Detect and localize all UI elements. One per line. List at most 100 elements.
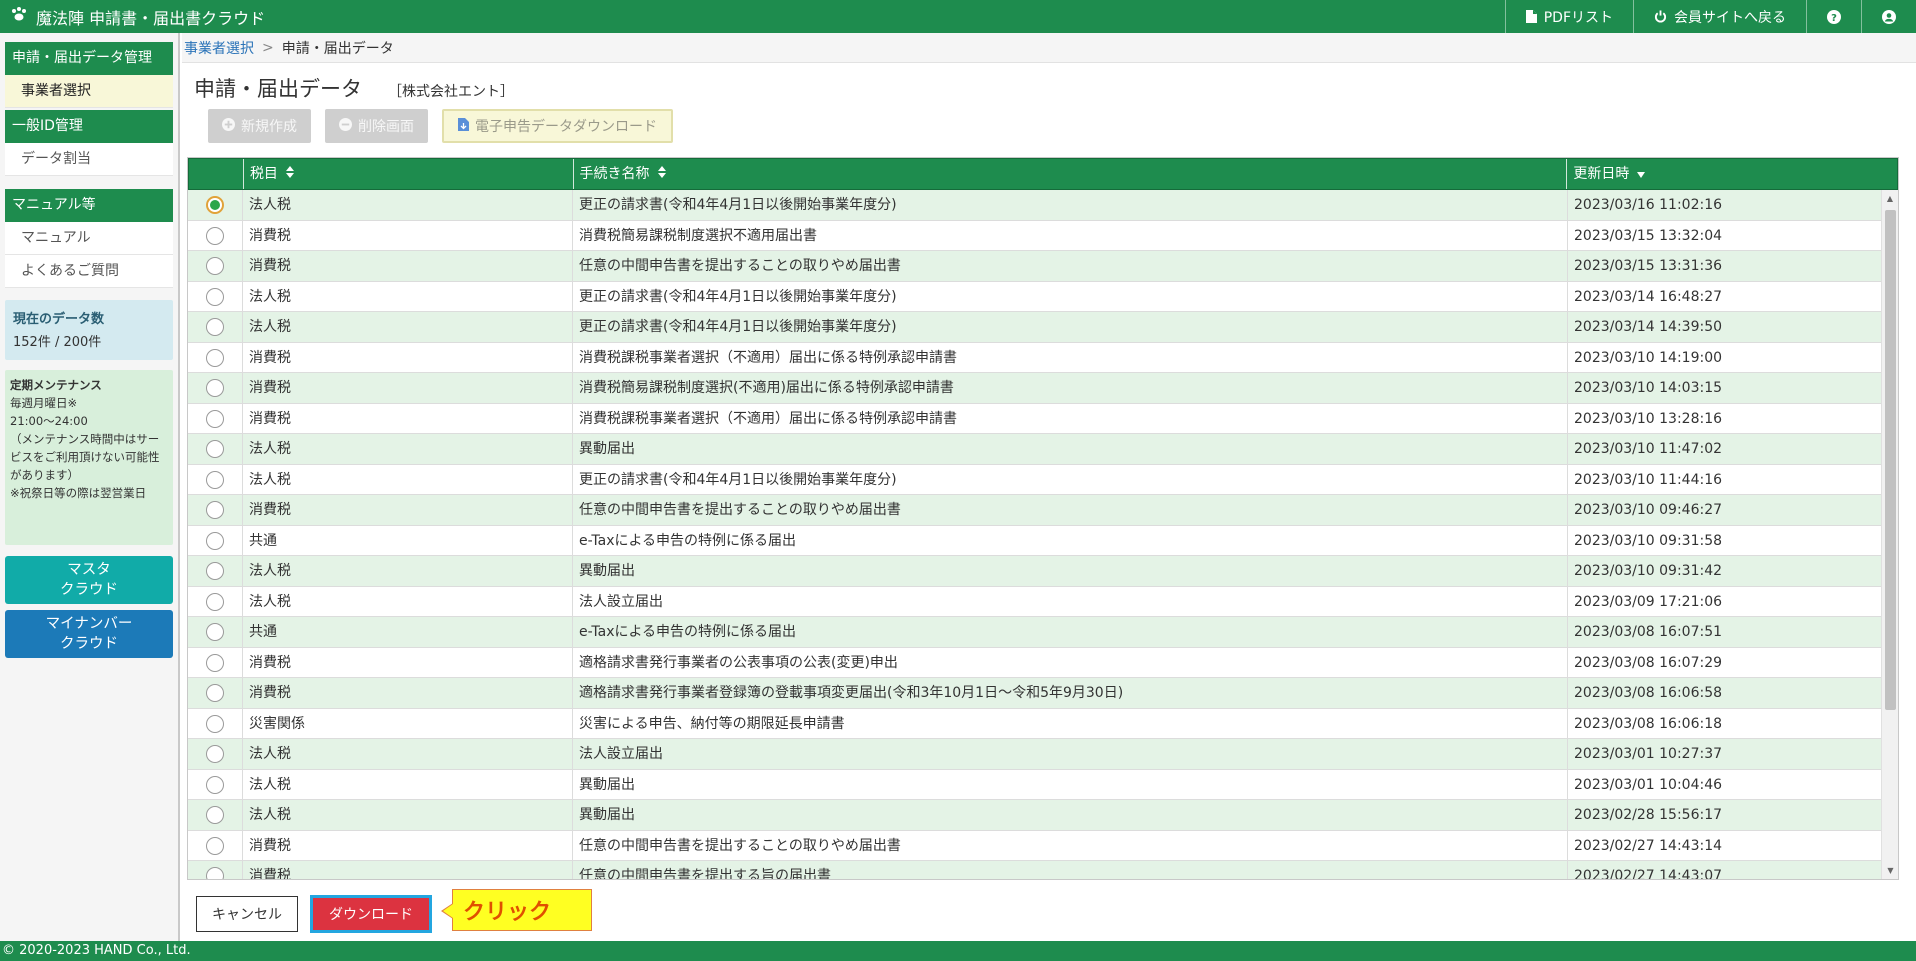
app-brand[interactable]: 魔法陣 申請書・届出書クラウド [0,5,265,29]
cell-tax: 消費税 [243,342,573,373]
table-row[interactable]: 法人税 更正の請求書(令和4年4月1日以後開始事業年度分) 2023/03/14 1… [188,281,1898,312]
cell-tax: 法人税 [243,281,573,312]
cancel-button[interactable]: キャンセル [196,896,298,932]
table-row[interactable]: 法人税 法人設立届出 2023/03/01 10:27:37 [188,739,1898,770]
table-row[interactable]: 法人税 更正の請求書(令和4年4月1日以後開始事業年度分) 2023/03/16 1… [188,190,1898,221]
row-radio[interactable] [206,226,224,245]
back-to-member-link[interactable]: 会員サイトへ戻る [1633,0,1806,33]
table-row[interactable]: 法人税 異動届出 2023/02/28 15:56:17 [188,800,1898,831]
row-radio[interactable] [206,531,224,550]
row-select-cell [188,800,243,830]
table-row[interactable]: 消費税 任意の中間申告書を提出することの取りやめ届出書 2023/02/27 14:… [188,830,1898,861]
table-row[interactable]: 消費税 任意の中間申告書を提出することの取りやめ届出書 2023/03/10 09:… [188,495,1898,526]
row-radio[interactable] [206,440,224,458]
row-radio[interactable] [206,257,224,275]
table-row[interactable]: 消費税 消費税簡易課税制度選択(不適用)届出に係る特例承認申請書 2023/03/1… [188,373,1898,404]
table-row[interactable]: 法人税 更正の請求書(令和4年4月1日以後開始事業年度分) 2023/03/10 1… [188,464,1898,495]
cell-procedure: 更正の請求書(令和4年4月1日以後開始事業年度分) [573,281,1568,312]
action-toolbar: 新規作成 削除画面 電子申告データダウンロード [208,109,673,143]
table-row[interactable]: 法人税 更正の請求書(令和4年4月1日以後開始事業年度分) 2023/03/14 1… [188,312,1898,343]
top-bar: 魔法陣 申請書・届出書クラウド PDFリスト 会員サイトへ戻る ? [0,0,1916,33]
row-radio[interactable] [206,867,224,879]
breadcrumb-business-select-link[interactable]: 事業者選択 [184,38,254,58]
scroll-down-icon[interactable]: ▼ [1882,862,1898,879]
sidebar-item-manual[interactable]: マニュアル [5,222,173,255]
row-radio[interactable] [206,745,224,763]
table-row[interactable]: 共通 e-Taxによる申告の特例に係る届出 2023/03/10 09:31:58 [188,525,1898,556]
table-row[interactable]: 法人税 異動届出 2023/03/10 09:31:42 [188,556,1898,587]
row-select-cell [188,342,243,373]
scrollbar-thumb[interactable] [1885,210,1896,710]
mynumber-cloud-button[interactable]: マイナンバー クラウド [5,610,173,658]
row-radio[interactable] [206,806,224,824]
row-radio[interactable] [206,287,224,306]
row-radio[interactable] [206,318,224,336]
row-radio[interactable] [206,562,224,580]
cell-updated: 2023/03/10 14:19:00 [1568,342,1898,373]
mynumber-cloud-label: マイナンバー クラウド [45,616,133,652]
row-select-cell [188,861,243,879]
maintenance-line: （メンテナンス時間中はサービスをご利用頂けない可能性があります） [10,432,160,482]
row-radio[interactable] [206,592,224,611]
row-radio[interactable] [206,501,224,519]
user-button[interactable] [1861,0,1916,33]
table-row[interactable]: 消費税 消費税課税事業者選択（不適用）届出に係る特例承認申請書 2023/03/10… [188,403,1898,434]
cell-procedure: e-Taxによる申告の特例に係る届出 [573,617,1568,647]
header-updated[interactable]: 更新日時 [1567,159,1897,189]
table-row[interactable]: 共通 e-Taxによる申告の特例に係る届出 2023/03/08 16:07:51 [188,617,1898,648]
new-button[interactable]: 新規作成 [208,109,311,143]
row-radio[interactable] [206,653,224,672]
cell-tax: 共通 [243,525,573,556]
cell-tax: 消費税 [243,495,573,525]
user-icon [1882,9,1896,24]
cell-procedure: 消費税簡易課税制度選択(不適用)届出に係る特例承認申請書 [573,373,1568,403]
table-row[interactable]: 法人税 異動届出 2023/03/01 10:04:46 [188,769,1898,800]
maintenance-line: ※祝祭日等の際は翌営業日 [10,486,147,500]
table-row[interactable]: 消費税 適格請求書発行事業者の公表事項の公表(変更)申出 2023/03/08 16… [188,647,1898,678]
row-radio[interactable] [206,623,224,641]
row-radio[interactable] [206,775,224,794]
power-icon [1654,10,1667,23]
table-row[interactable]: 法人税 異動届出 2023/03/10 11:47:02 [188,434,1898,465]
cell-updated: 2023/03/08 16:06:18 [1568,708,1898,739]
table-row[interactable]: 消費税 任意の中間申告書を提出する旨の届出書 2023/02/27 14:43:07 [188,861,1898,879]
row-radio[interactable] [206,409,224,428]
etax-download-button[interactable]: 電子申告データダウンロード [442,109,673,143]
sidebar-item-data-assign[interactable]: データ割当 [5,143,173,176]
delete-screen-button[interactable]: 削除画面 [325,109,428,143]
scroll-up-icon[interactable]: ▲ [1882,190,1898,207]
table-row[interactable]: 消費税 消費税簡易課税制度選択不適用届出書 2023/03/15 13:32:04 [188,220,1898,251]
row-radio[interactable] [206,379,224,397]
row-radio[interactable] [206,196,224,214]
cell-tax: 法人税 [243,190,573,220]
table-row[interactable]: 法人税 法人設立届出 2023/03/09 17:21:06 [188,586,1898,617]
row-radio[interactable] [206,348,224,367]
cell-procedure: 任意の中間申告書を提出することの取りやめ届出書 [573,251,1568,281]
data-table: 税目 手続き名称 更新日時 法人税 更正の請求書(令和4年4月1日以後開始事業年度… [187,157,1899,880]
breadcrumb-current: 申請・届出データ [281,40,394,57]
cell-procedure: 更正の請求書(令和4年4月1日以後開始事業年度分) [573,312,1568,342]
row-radio[interactable] [206,470,224,489]
sidebar-item-business-select[interactable]: 事業者選択 [5,75,173,108]
download-button[interactable]: ダウンロード [310,895,432,933]
row-radio[interactable] [206,684,224,702]
table-row[interactable]: 消費税 消費税課税事業者選択（不適用）届出に係る特例承認申請書 2023/03/10… [188,342,1898,373]
maintenance-title: 定期メンテナンス [10,378,102,392]
cell-updated: 2023/02/27 14:43:07 [1568,861,1898,879]
help-button[interactable]: ? [1806,0,1861,33]
row-radio[interactable] [206,836,224,855]
table-row[interactable]: 消費税 任意の中間申告書を提出することの取りやめ届出書 2023/03/15 13:… [188,251,1898,282]
pdf-list-link[interactable]: PDFリスト [1504,0,1633,33]
row-radio[interactable] [206,714,224,733]
row-select-cell [188,525,243,556]
table-row[interactable]: 消費税 適格請求書発行事業者登録簿の登載事項変更届出(令和3年10月1日〜令和5年… [188,678,1898,709]
table-scrollbar[interactable]: ▲ ▼ [1881,190,1898,879]
header-procedure[interactable]: 手続き名称 [574,159,1568,189]
master-cloud-button[interactable]: マスタ クラウド [5,556,173,604]
minus-circle-icon [339,117,352,135]
header-tax[interactable]: 税目 [244,159,574,189]
sidebar-section-application-data: 申請・届出データ管理 [5,42,173,75]
table-row[interactable]: 災害関係 災害による申告、納付等の期限延長申請書 2023/03/08 16:06:… [188,708,1898,739]
sidebar-item-faq[interactable]: よくあるご質問 [5,255,173,288]
data-count-panel: 現在のデータ数 152件 / 200件 [5,300,173,360]
